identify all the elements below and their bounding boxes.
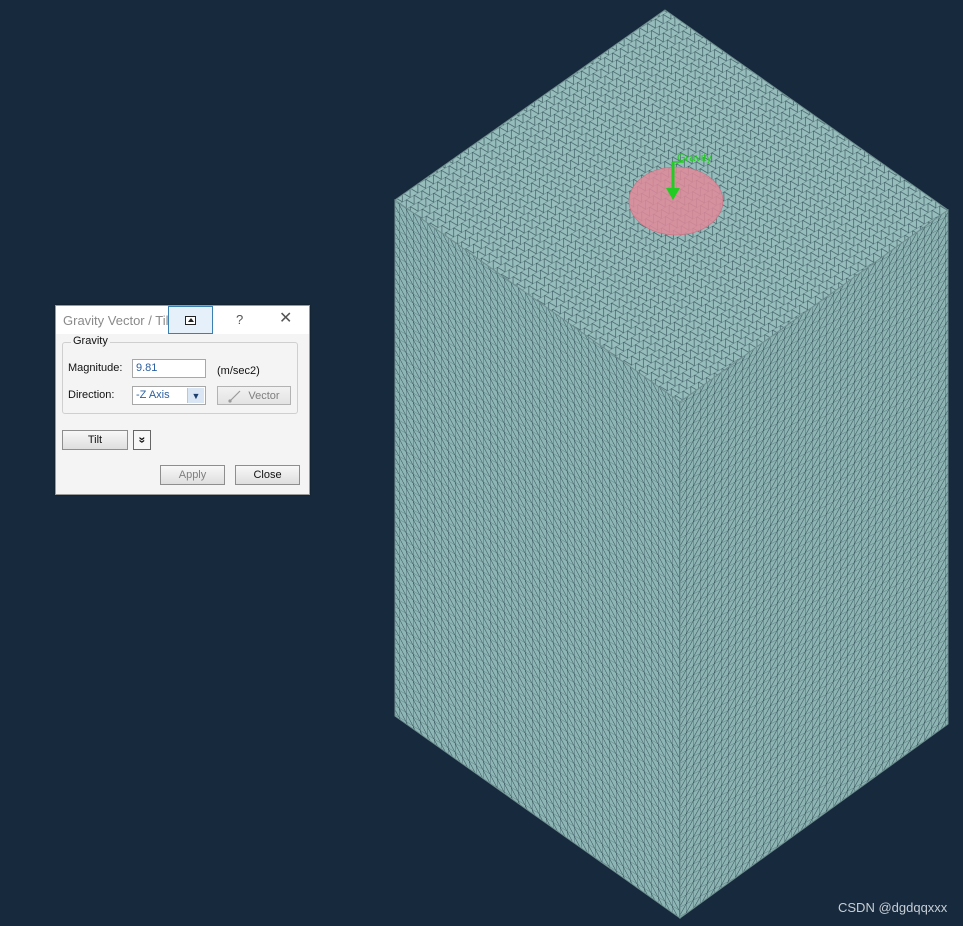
tilt-button[interactable]: Tilt bbox=[62, 430, 128, 450]
direction-select[interactable]: -Z Axis ▼ bbox=[132, 386, 206, 405]
dialog-titlebar[interactable]: Gravity Vector / Tilt ? ✕ bbox=[56, 306, 309, 334]
magnitude-input[interactable]: 9.81 bbox=[132, 359, 206, 378]
magnitude-unit: (m/sec2) bbox=[217, 365, 260, 377]
close-button[interactable]: Close bbox=[235, 465, 300, 485]
vector-button-label: Vector bbox=[248, 389, 280, 402]
magnitude-label: Magnitude: bbox=[68, 362, 123, 374]
pin-icon bbox=[185, 315, 196, 325]
direction-label: Direction: bbox=[68, 389, 115, 401]
expand-icon[interactable]: » bbox=[133, 430, 151, 450]
pin-dialog-button[interactable] bbox=[168, 306, 213, 334]
vector-icon bbox=[228, 389, 242, 403]
dialog-title: Gravity Vector / Tilt bbox=[63, 313, 173, 328]
vector-button[interactable]: Vector bbox=[217, 386, 291, 405]
apply-button[interactable]: Apply bbox=[160, 465, 225, 485]
gravity-vector-dialog: Gravity Vector / Tilt ? ✕ Gravity Magnit… bbox=[55, 305, 310, 495]
chevron-down-icon[interactable]: ▼ bbox=[187, 388, 204, 403]
gravity-marker-area bbox=[628, 166, 724, 236]
watermark: CSDN @dgdqqxxx bbox=[838, 900, 948, 915]
help-button[interactable]: ? bbox=[236, 312, 243, 327]
gravity-label: Gravity bbox=[677, 152, 712, 164]
gravity-group-label: Gravity bbox=[71, 335, 110, 347]
direction-value: -Z Axis bbox=[136, 389, 170, 401]
close-icon[interactable]: ✕ bbox=[279, 310, 292, 328]
